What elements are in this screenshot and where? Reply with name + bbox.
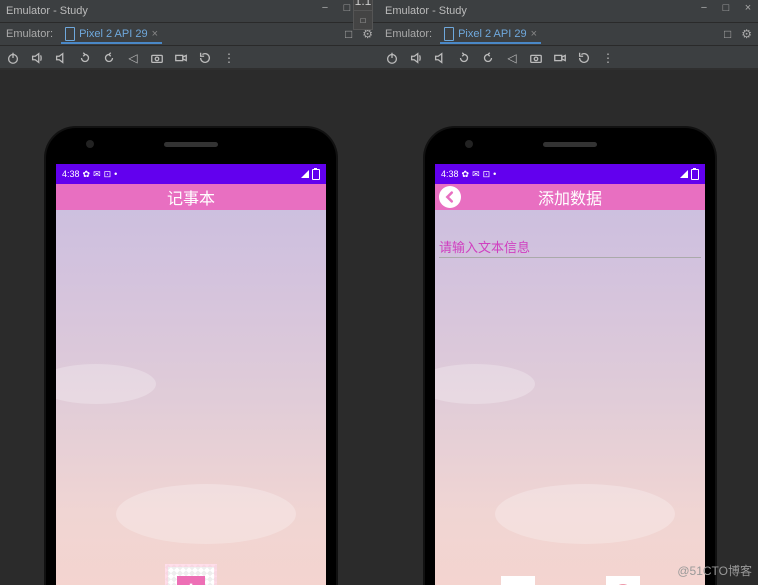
gear-icon[interactable]: ⚙ xyxy=(741,27,752,41)
plus-icon: + xyxy=(177,576,205,585)
close-icon[interactable]: × xyxy=(742,2,754,14)
title-bar: Emulator - Study − □ × xyxy=(379,0,758,23)
app-bar: 记事本 xyxy=(56,184,326,210)
volume-down-icon[interactable] xyxy=(433,51,447,65)
zoom-one-button[interactable]: 1:1 xyxy=(354,0,372,11)
dot-icon: • xyxy=(114,169,117,179)
minimize-icon[interactable]: − xyxy=(319,2,331,14)
maximize-icon[interactable]: □ xyxy=(341,2,353,14)
back-icon[interactable]: ◁ xyxy=(126,51,140,65)
device-bar: Emulator: Pixel 2 API 29 × □ ⚙ xyxy=(0,23,379,46)
volume-up-icon[interactable] xyxy=(30,51,44,65)
camera-icon[interactable] xyxy=(529,51,543,65)
text-input[interactable] xyxy=(439,238,701,258)
rotate-right-icon[interactable] xyxy=(102,51,116,65)
more-icon[interactable]: ⋮ xyxy=(222,51,236,65)
device-screen: 4:38 ✿ ✉ ⊡ • xyxy=(435,164,705,585)
emulator-label: Emulator: xyxy=(385,28,432,40)
status-time: 4:38 xyxy=(62,169,80,179)
window-title: Emulator - Study xyxy=(379,5,467,17)
maximize-icon[interactable]: □ xyxy=(720,2,732,14)
phone-icon xyxy=(444,27,454,41)
status-time: 4:38 xyxy=(441,169,459,179)
device-bar: Emulator: Pixel 2 API 29 × □ ⚙ xyxy=(379,23,758,46)
rotate-left-icon[interactable] xyxy=(457,51,471,65)
device-frame: 4:38 ✿ ✉ ⊡ • xyxy=(425,128,715,585)
speaker xyxy=(164,142,218,147)
phone-icon xyxy=(65,27,75,41)
device-screen: 4:38 ✿ ✉ ⊡ • 记事本 xyxy=(56,164,326,585)
zoom-controls: + − 1:1 □ xyxy=(353,0,373,30)
power-icon[interactable] xyxy=(6,51,20,65)
msg-icon: ✉ xyxy=(472,169,480,180)
back-icon[interactable]: ◁ xyxy=(505,51,519,65)
reload-icon[interactable] xyxy=(577,51,591,65)
back-button[interactable] xyxy=(439,186,461,208)
window-mode-icon[interactable]: □ xyxy=(724,27,731,41)
camera-dot xyxy=(86,140,94,148)
bug-icon: ⊡ xyxy=(104,169,112,180)
volume-up-icon[interactable] xyxy=(409,51,423,65)
rotate-right-icon[interactable] xyxy=(481,51,495,65)
minimize-icon[interactable]: − xyxy=(698,2,710,14)
emulator-window-right: Emulator - Study − □ × Emulator: Pixel 2… xyxy=(379,0,758,70)
battery-icon xyxy=(691,169,699,180)
dot-icon: • xyxy=(493,169,496,179)
window-mode-icon[interactable]: □ xyxy=(345,27,352,41)
record-icon[interactable] xyxy=(174,51,188,65)
gear-small-icon: ✿ xyxy=(83,169,91,180)
emulator-toolbar: ◁ ⋮ xyxy=(0,46,379,70)
signal-icon xyxy=(301,170,309,178)
rotate-left-icon[interactable] xyxy=(78,51,92,65)
emulator-label: Emulator: xyxy=(6,28,53,40)
emulator-window-left: Emulator - Study − □ × Emulator: Pixel 2… xyxy=(0,0,379,70)
watermark: @51CTO博客 xyxy=(677,562,752,579)
emulator-toolbar: ◁ ⋮ xyxy=(379,46,758,70)
camera-icon[interactable] xyxy=(150,51,164,65)
power-icon[interactable] xyxy=(385,51,399,65)
device-name: Pixel 2 API 29 xyxy=(458,28,527,40)
battery-icon xyxy=(312,169,320,180)
delete-button[interactable] xyxy=(606,576,640,585)
close-tab-icon[interactable]: × xyxy=(531,28,537,40)
more-icon[interactable]: ⋮ xyxy=(601,51,615,65)
app-title: 记事本 xyxy=(167,185,215,209)
gear-small-icon: ✿ xyxy=(462,169,470,180)
camera-dot xyxy=(465,140,473,148)
emulator-canvas: 4:38 ✿ ✉ ⊡ • xyxy=(379,68,758,70)
close-tab-icon[interactable]: × xyxy=(152,28,158,40)
device-selector[interactable]: Pixel 2 API 29 × xyxy=(440,25,541,44)
window-title: Emulator - Study xyxy=(0,5,88,17)
device-frame: 4:38 ✿ ✉ ⊡ • 记事本 xyxy=(46,128,336,585)
volume-down-icon[interactable] xyxy=(54,51,68,65)
msg-icon: ✉ xyxy=(93,169,101,180)
reload-icon[interactable] xyxy=(198,51,212,65)
device-name: Pixel 2 API 29 xyxy=(79,28,148,40)
add-form-area xyxy=(435,210,705,585)
save-button[interactable] xyxy=(501,576,535,585)
app-bar: 添加数据 xyxy=(435,184,705,210)
speaker xyxy=(543,142,597,147)
add-note-button[interactable]: + xyxy=(165,564,217,585)
zoom-fit-button[interactable]: □ xyxy=(354,11,372,29)
bug-icon: ⊡ xyxy=(483,169,491,180)
record-icon[interactable] xyxy=(553,51,567,65)
note-list-area: + xyxy=(56,210,326,585)
title-bar: Emulator - Study − □ × xyxy=(0,0,379,23)
app-title: 添加数据 xyxy=(538,185,602,209)
device-selector[interactable]: Pixel 2 API 29 × xyxy=(61,25,162,44)
android-status-bar: 4:38 ✿ ✉ ⊡ • xyxy=(435,164,705,184)
signal-icon xyxy=(680,170,688,178)
android-status-bar: 4:38 ✿ ✉ ⊡ • xyxy=(56,164,326,184)
emulator-canvas: 4:38 ✿ ✉ ⊡ • 记事本 xyxy=(0,68,379,70)
